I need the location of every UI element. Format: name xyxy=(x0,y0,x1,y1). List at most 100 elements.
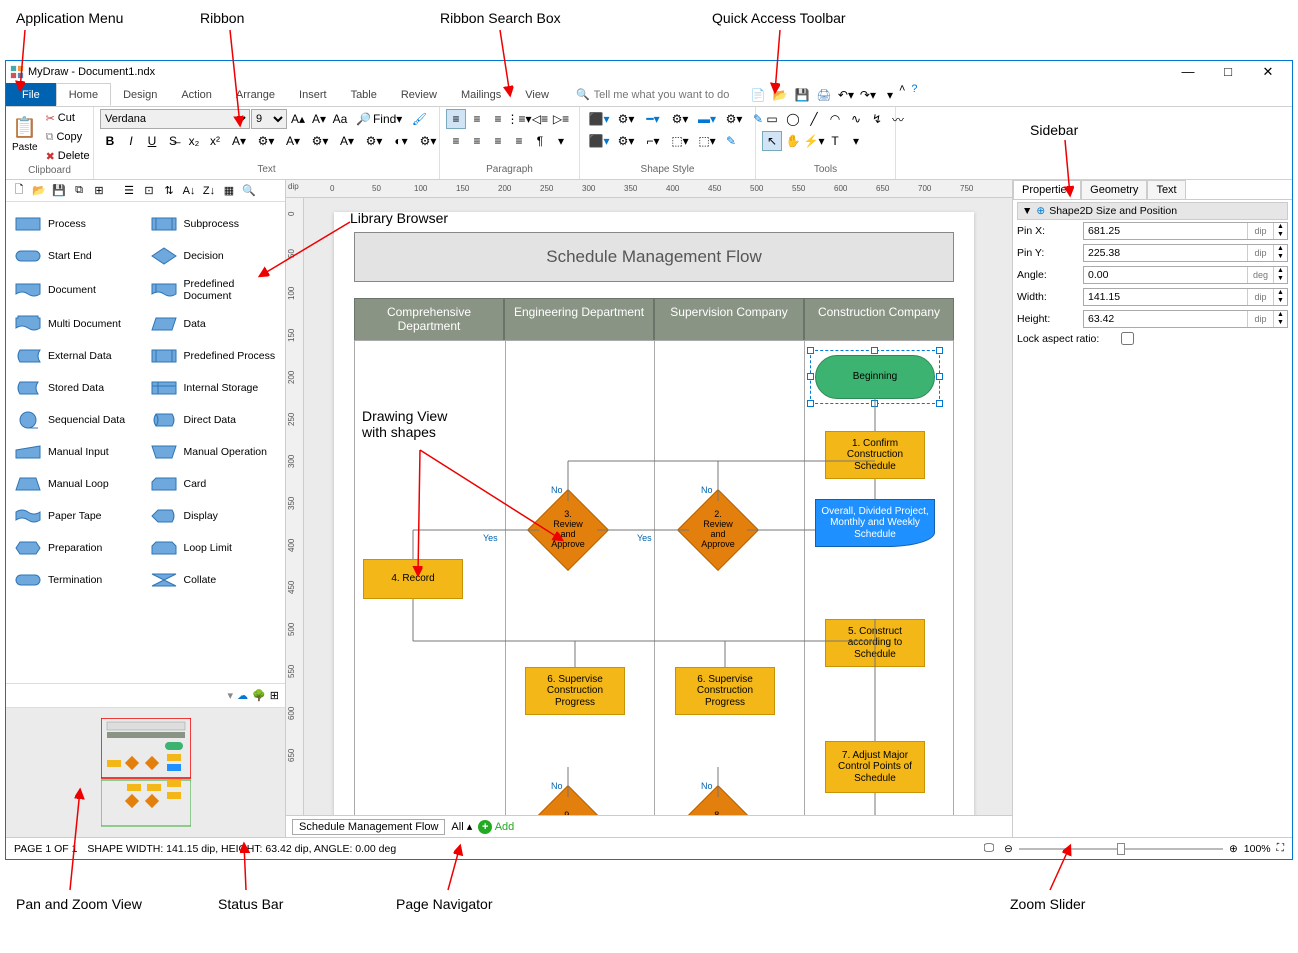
line-opt-icon[interactable]: ⚙▾ xyxy=(667,109,693,129)
minimize-button[interactable]: — xyxy=(1168,61,1208,83)
connector-tool-icon[interactable]: ↯ xyxy=(867,109,887,129)
zoom-in-icon[interactable]: ⊕ xyxy=(1229,843,1238,855)
shadow-opt-icon[interactable]: ⚙▾ xyxy=(613,131,639,151)
tab-review[interactable]: Review xyxy=(389,83,449,106)
shape-swatch[interactable]: Display xyxy=(146,500,282,532)
font-color-icon[interactable]: A▾ xyxy=(226,131,252,151)
qat-undo-icon[interactable]: ↶▾ xyxy=(837,86,855,104)
shape-swatch[interactable]: Manual Operation xyxy=(146,436,282,468)
bold-icon[interactable]: B xyxy=(100,131,120,151)
italic-icon[interactable]: I xyxy=(121,131,141,151)
shape-swatch[interactable]: Predefined Document xyxy=(146,272,282,308)
shape-4[interactable]: 4. Record xyxy=(363,559,463,599)
add-page-button[interactable]: + Add xyxy=(478,820,514,834)
fill-icon[interactable]: ⬛▾ xyxy=(586,109,612,129)
valign-bot-icon[interactable]: ≡ xyxy=(488,131,508,151)
shape-swatch[interactable]: Loop Limit xyxy=(146,532,282,564)
prop-input[interactable] xyxy=(1084,245,1247,261)
fit-page-icon[interactable]: ⛶ xyxy=(1277,842,1284,855)
find-button[interactable]: 🔎Find▾ xyxy=(351,109,407,129)
view-normal-icon[interactable]: 🖵 xyxy=(984,842,994,855)
pointer-tool-icon[interactable]: ↖ xyxy=(762,131,782,151)
shape-swatch[interactable]: Collate xyxy=(146,564,282,596)
align-right-icon[interactable]: ≡ xyxy=(488,109,508,129)
shape-5[interactable]: 5. Construct according to Schedule xyxy=(825,619,925,667)
rect-tool-icon[interactable]: ▭ xyxy=(762,109,782,129)
lib-save-icon[interactable]: 💾 xyxy=(50,182,68,200)
align-left-icon[interactable]: ≡ xyxy=(446,109,466,129)
shape-swatch[interactable]: Internal Storage xyxy=(146,372,282,404)
shape-swatch[interactable]: Termination xyxy=(10,564,146,596)
tab-text[interactable]: Text xyxy=(1147,180,1185,199)
decrease-font-icon[interactable]: A▾ xyxy=(309,109,329,129)
prop-input[interactable] xyxy=(1084,267,1247,283)
qat-new-icon[interactable]: 📄 xyxy=(749,86,767,104)
shape-swatch[interactable]: Card xyxy=(146,468,282,500)
prop-input[interactable] xyxy=(1084,289,1247,305)
lib-search-icon[interactable]: 🔍 xyxy=(240,182,258,200)
change-case-icon[interactable]: Aa xyxy=(330,109,350,129)
copy-button[interactable]: ⧉Copy xyxy=(42,128,94,146)
pan-zoom-view[interactable] xyxy=(6,707,285,837)
tab-table[interactable]: Table xyxy=(339,83,389,106)
lib-cloud-icon[interactable]: ☁ xyxy=(237,689,248,702)
font-color2-icon[interactable]: A▾ xyxy=(280,131,306,151)
shape-swatch[interactable]: Decision xyxy=(146,240,282,272)
spin-up[interactable]: ▲ xyxy=(1274,267,1287,275)
shape-swatch[interactable]: Stored Data xyxy=(10,372,146,404)
indent-inc-icon[interactable]: ▷≡ xyxy=(551,109,571,129)
all-pages-button[interactable]: All ▴ xyxy=(451,820,472,833)
lock-aspect-checkbox[interactable] xyxy=(1121,332,1134,345)
shape-2-decision[interactable]: 2. Review and Approve xyxy=(689,501,747,559)
arc-tool-icon[interactable]: ◠ xyxy=(825,109,845,129)
lib-list-icon[interactable]: ☰ xyxy=(120,182,138,200)
lib-copy-icon[interactable]: ⧉ xyxy=(70,182,88,200)
page-tab[interactable]: Schedule Management Flow xyxy=(292,819,445,835)
justify-icon[interactable]: ≡ xyxy=(509,131,529,151)
lib-open-icon[interactable]: 📂 xyxy=(30,182,48,200)
line-tool-icon[interactable]: ╱ xyxy=(804,109,824,129)
shape-swatch[interactable]: Process xyxy=(10,208,146,240)
join-icon[interactable]: ⬚▾ xyxy=(694,131,720,151)
shadow-icon[interactable]: ◐▾ xyxy=(388,131,414,151)
shape-swatch[interactable]: Sequencial Data xyxy=(10,404,146,436)
shape-swatch[interactable]: Predefined Process xyxy=(146,340,282,372)
lib-grid-icon[interactable]: ⊡ xyxy=(140,182,158,200)
shape-doc[interactable]: Overall, Divided Project, Monthly and We… xyxy=(815,499,935,547)
shape-swatch[interactable]: Subprocess xyxy=(146,208,282,240)
tab-properties[interactable]: Properties xyxy=(1013,180,1081,199)
spin-down[interactable]: ▼ xyxy=(1274,253,1287,261)
shape-swatch[interactable]: Data xyxy=(146,308,282,340)
lib-view-icon[interactable]: ⊞ xyxy=(90,182,108,200)
tab-arrange[interactable]: Arrange xyxy=(224,83,287,106)
spin-down[interactable]: ▼ xyxy=(1274,297,1287,305)
spin-up[interactable]: ▲ xyxy=(1274,223,1287,231)
align-center-icon[interactable]: ≡ xyxy=(467,109,487,129)
line-icon[interactable]: ━▾ xyxy=(640,109,666,129)
spin-up[interactable]: ▲ xyxy=(1274,311,1287,319)
curve-tool-icon[interactable]: ∿ xyxy=(846,109,866,129)
spin-down[interactable]: ▼ xyxy=(1274,275,1287,283)
shape-6b[interactable]: 6. Supervise Construction Progress xyxy=(675,667,775,715)
line-spacing-icon[interactable]: ▾ xyxy=(551,131,571,151)
qat-redo-icon[interactable]: ↷▾ xyxy=(859,86,877,104)
shape-7[interactable]: 7. Adjust Major Control Points of Schedu… xyxy=(825,741,925,793)
tab-geometry[interactable]: Geometry xyxy=(1081,180,1147,199)
font-select[interactable]: Verdana xyxy=(100,109,250,129)
cut-button[interactable]: ✂Cut xyxy=(42,109,94,127)
arrow-icon[interactable]: ▬▾ xyxy=(694,109,720,129)
zoom-slider[interactable]: ⊖ ⊕ 100% ⛶ xyxy=(1004,842,1284,855)
ellipse-tool-icon[interactable]: ◯ xyxy=(783,109,803,129)
strikethrough-icon[interactable]: S̶ xyxy=(163,131,183,151)
freehand-tool-icon[interactable]: 〰 xyxy=(888,109,908,129)
shape-swatch[interactable]: Manual Loop xyxy=(10,468,146,500)
increase-font-icon[interactable]: A▴ xyxy=(288,109,308,129)
drawing-view[interactable]: Schedule Management Flow Comprehensive D… xyxy=(304,198,1012,815)
shape-3-decision[interactable]: 3. Review and Approve xyxy=(539,501,597,559)
qat-open-icon[interactable]: 📂 xyxy=(771,86,789,104)
lib-za-icon[interactable]: Z↓ xyxy=(200,182,218,200)
underline-icon[interactable]: U xyxy=(142,131,162,151)
shape-6a[interactable]: 6. Supervise Construction Progress xyxy=(525,667,625,715)
shape-swatch[interactable]: Manual Input xyxy=(10,436,146,468)
tools-more-icon[interactable]: ▾ xyxy=(846,131,866,151)
